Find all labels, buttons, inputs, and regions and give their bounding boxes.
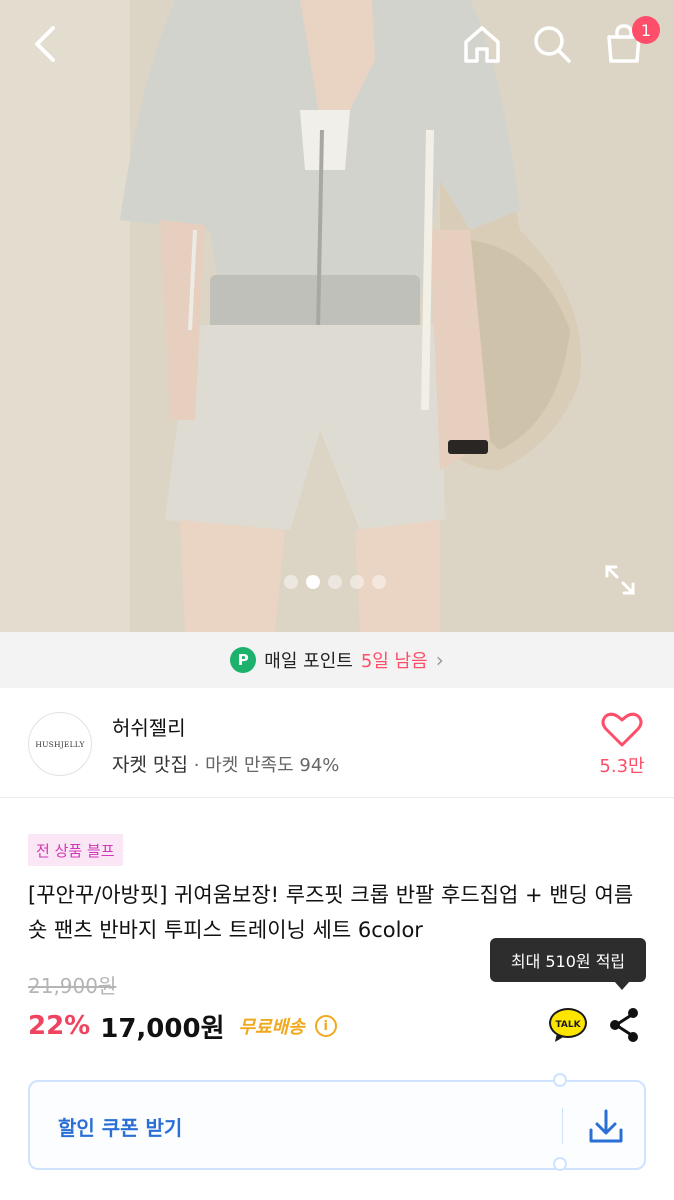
coupon-divider: [562, 1108, 563, 1144]
like-button[interactable]: [600, 712, 644, 748]
search-icon: [534, 26, 571, 63]
coupon-notch: [553, 1157, 567, 1171]
coupon-label: 할인 쿠폰 받기: [58, 1116, 183, 1140]
points-tooltip: 최대 510원 적립: [490, 938, 646, 982]
search-button[interactable]: [526, 18, 578, 70]
coupon-notch: [553, 1073, 567, 1087]
back-arrow-icon: [35, 26, 55, 62]
discount-rate: 22%: [28, 1011, 91, 1041]
gallery-dot[interactable]: [328, 575, 342, 589]
like-count: 5.3만: [599, 756, 645, 777]
free-shipping-label: 무료배송: [238, 1017, 305, 1038]
point-icon: P: [230, 647, 257, 673]
back-button[interactable]: [20, 18, 72, 70]
promo-badge: 전 상품 블프: [28, 834, 123, 866]
chevron-right-icon: ›: [435, 648, 444, 672]
expand-image-button[interactable]: [600, 560, 640, 600]
shop-name[interactable]: 허쉬젤리: [112, 712, 186, 741]
product-image-gallery[interactable]: 1: [0, 0, 674, 632]
kakao-talk-share-button[interactable]: TALK: [548, 1006, 588, 1044]
price-row: 22% 17,000원 무료배송 i: [28, 1006, 337, 1046]
point-days-remaining: 5일 남음: [360, 651, 428, 672]
shop-logo[interactable]: HUSHJELLY: [28, 712, 92, 776]
download-icon: [589, 1109, 623, 1143]
heart-icon: [601, 712, 643, 747]
gallery-dot[interactable]: [284, 575, 298, 589]
gallery-pagination: [284, 575, 386, 589]
gallery-dot-active[interactable]: [306, 575, 320, 589]
original-price: 21,900원: [28, 974, 117, 998]
shop-info-row[interactable]: HUSHJELLY 허쉬젤리 자켓 맛집 · 마켓 만족도 94%: [0, 688, 674, 798]
gallery-dot[interactable]: [350, 575, 364, 589]
info-icon[interactable]: i: [314, 1015, 337, 1037]
talk-label: TALK: [555, 1020, 581, 1030]
share-icon: [610, 1008, 638, 1042]
share-button[interactable]: [606, 1006, 642, 1044]
sale-price: 17,000원: [100, 1013, 225, 1044]
gallery-dot[interactable]: [372, 575, 386, 589]
kakao-talk-icon: TALK: [549, 1008, 587, 1042]
expand-icon: [605, 565, 635, 595]
market-satisfaction: · 마켓 만족도 94%: [193, 755, 340, 776]
home-button[interactable]: [456, 18, 508, 70]
tooltip-tail: [614, 981, 630, 990]
point-banner-text: 매일 포인트: [264, 651, 353, 672]
coupon-download-button[interactable]: 할인 쿠폰 받기: [28, 1073, 646, 1171]
product-photo: [0, 0, 674, 632]
shop-subtitle: 자켓 맛집 · 마켓 만족도 94%: [112, 750, 339, 777]
shop-tag: 자켓 맛집: [112, 754, 188, 776]
cart-count-badge: 1: [632, 16, 660, 44]
daily-point-banner[interactable]: P 매일 포인트 5일 남음 ›: [0, 632, 674, 688]
home-icon: [464, 26, 500, 63]
